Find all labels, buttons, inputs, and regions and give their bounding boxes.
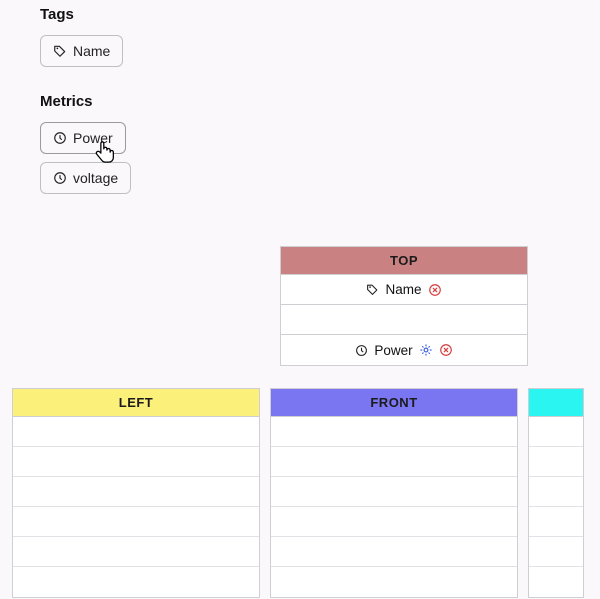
tag-chip-label: Name (73, 43, 110, 59)
tag-chip-name[interactable]: Name (40, 35, 123, 67)
top-row-power[interactable]: Power (281, 335, 527, 365)
remove-icon[interactable] (439, 343, 453, 357)
tag-icon (366, 283, 379, 296)
top-row-empty[interactable] (281, 305, 527, 335)
metric-chip-power[interactable]: Power (40, 122, 126, 154)
metric-chip-label: Power (73, 130, 113, 146)
layout-header-front[interactable]: FRONT (271, 389, 517, 417)
tag-icon (53, 44, 67, 58)
layout-panel-top: TOP Name Power (280, 246, 528, 366)
table-row[interactable] (13, 447, 259, 477)
remove-icon[interactable] (428, 283, 442, 297)
table-row[interactable] (529, 567, 583, 597)
layout-header-top[interactable]: TOP (281, 247, 527, 275)
table-row[interactable] (529, 477, 583, 507)
layout-panel-front: FRONT (270, 388, 518, 598)
settings-icon[interactable] (419, 343, 433, 357)
table-row[interactable] (271, 417, 517, 447)
metric-chip-voltage[interactable]: voltage (40, 162, 131, 194)
table-row[interactable] (13, 567, 259, 597)
table-row[interactable] (271, 447, 517, 477)
table-row[interactable] (529, 447, 583, 477)
top-row-name-label: Name (385, 282, 421, 297)
table-row[interactable] (13, 507, 259, 537)
metric-chip-label: voltage (73, 170, 118, 186)
table-row[interactable] (13, 537, 259, 567)
top-row-name[interactable]: Name (281, 275, 527, 305)
metrics-heading: Metrics (40, 93, 131, 110)
layout-header-right[interactable] (529, 389, 583, 417)
top-row-power-label: Power (374, 343, 412, 358)
tags-section: Tags Name (40, 6, 131, 71)
metrics-section: Metrics Power voltage (40, 93, 131, 198)
metric-icon (53, 131, 67, 145)
table-row[interactable] (271, 507, 517, 537)
table-row[interactable] (529, 537, 583, 567)
table-row[interactable] (13, 417, 259, 447)
table-row[interactable] (271, 567, 517, 597)
table-row[interactable] (271, 477, 517, 507)
table-row[interactable] (271, 537, 517, 567)
table-row[interactable] (13, 477, 259, 507)
layout-panel-left: LEFT (12, 388, 260, 598)
metric-icon (53, 171, 67, 185)
layout-panel-right (528, 388, 584, 598)
table-row[interactable] (529, 507, 583, 537)
layout-header-left[interactable]: LEFT (13, 389, 259, 417)
metric-icon (355, 344, 368, 357)
table-row[interactable] (529, 417, 583, 447)
tags-heading: Tags (40, 6, 131, 23)
